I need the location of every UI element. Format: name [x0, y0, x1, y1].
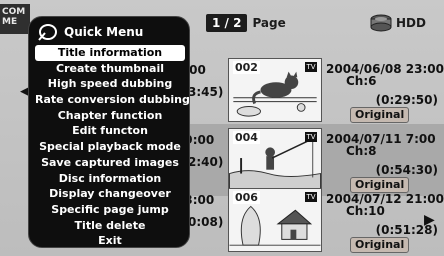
tv-icon: TV [305, 62, 317, 72]
page-number: 1 / 2 [206, 14, 248, 32]
title-info: 2004/06/08 23:00 Ch:6 (0:29:50) Original [326, 54, 444, 126]
hdd-indicator: HDD [370, 14, 426, 32]
menu-item-save-captured-images[interactable]: Save captured images [35, 155, 185, 171]
menu-item-high-speed-dubbing[interactable]: High speed dubbing [35, 76, 185, 92]
thumbnail-number: 004 [233, 131, 260, 144]
menu-item-special-playback-mode[interactable]: Special playback mode [35, 139, 185, 155]
menu-item-disc-information[interactable]: Disc information [35, 171, 185, 187]
quick-menu: Quick Menu Title information Create thum… [28, 16, 190, 248]
page-label: Page [252, 16, 286, 30]
thumbnail-number: 006 [233, 191, 260, 204]
channel: Ch:8 [346, 144, 377, 158]
title-row[interactable]: 7:00 3:45) 002 TV 2004/06/08 23:00 Ch:6 [168, 54, 444, 126]
page-indicator: 1 / 2 Page [206, 14, 286, 32]
tv-icon: TV [305, 192, 317, 202]
menu-item-create-thumbnail[interactable]: Create thumbnail [35, 61, 185, 77]
title-thumbnail[interactable]: 006 TV [228, 188, 322, 252]
next-page-arrow-icon[interactable]: ▶ [424, 212, 435, 228]
title-thumbnail[interactable]: 002 TV [228, 58, 322, 122]
menu-item-edit-function[interactable]: Edit functon [35, 123, 185, 139]
menu-item-rate-conversion-dubbing[interactable]: Rate conversion dubbing [35, 92, 190, 108]
quick-menu-header: Quick Menu [37, 21, 143, 43]
record-date: 2004/07/11 7:00 [326, 132, 436, 146]
tv-icon: TV [305, 132, 317, 142]
menu-item-chapter-function[interactable]: Chapter function [35, 108, 185, 124]
menu-item-exit[interactable]: Exit [35, 233, 185, 249]
original-badge: Original [350, 107, 410, 123]
original-badge: Original [350, 237, 410, 253]
menu-item-title-delete[interactable]: Title delete [35, 218, 185, 234]
quick-menu-list: Title information Create thumbnail High … [35, 45, 190, 249]
duration-partial: 3:45) [188, 85, 224, 99]
menu-item-specific-page-jump[interactable]: Specific page jump [35, 202, 185, 218]
title-thumbnail[interactable]: 004 TV [228, 128, 322, 192]
title-row[interactable]: 23:00 0:08) 006 TV 2004/07/12 21:00 Ch:1… [168, 184, 444, 256]
screen: COM ME 1 / 2 Page HDD 7:00 3:45) 002 TV … [0, 0, 444, 256]
duration-partial: 0:08) [188, 215, 224, 229]
duration: (0:54:30) [375, 163, 438, 177]
channel: Ch:10 [346, 204, 385, 218]
duration-partial: 2:40) [188, 155, 224, 169]
corner-logo: COM ME [0, 4, 30, 34]
thumbnail-number: 002 [233, 61, 260, 74]
hdd-label: HDD [396, 16, 426, 30]
quick-menu-logo-icon [38, 24, 57, 41]
hdd-icon [370, 14, 392, 32]
record-date: 2004/06/08 23:00 [326, 62, 444, 76]
menu-item-title-information[interactable]: Title information [35, 45, 185, 61]
quick-menu-title: Quick Menu [64, 25, 144, 39]
corner-logo-line2: ME [2, 17, 18, 27]
corner-logo-line1: COM [2, 7, 26, 17]
duration: (0:29:50) [375, 93, 438, 107]
channel: Ch:6 [346, 74, 377, 88]
record-date: 2004/07/12 21:00 [326, 192, 444, 206]
menu-item-display-changeover[interactable]: Display changeover [35, 186, 185, 202]
